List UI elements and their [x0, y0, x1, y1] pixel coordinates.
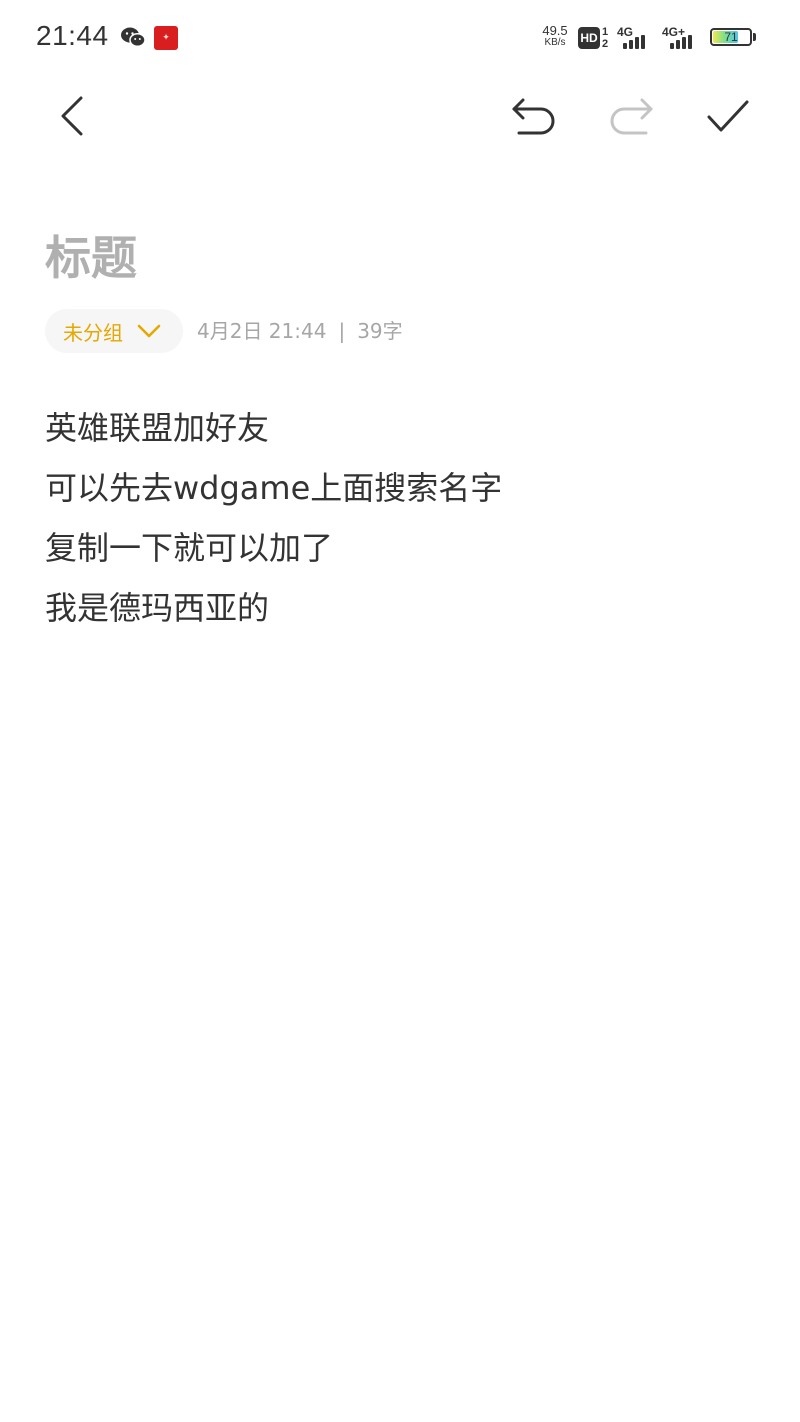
hd-icon: HD 12 — [578, 26, 612, 50]
note-title-input[interactable]: 标题 — [45, 226, 137, 290]
group-selector[interactable]: 未分组 — [45, 309, 183, 353]
redo-button[interactable] — [603, 88, 659, 144]
network-speed-unit: KB/s — [544, 37, 566, 48]
note-line: 英雄联盟加好友 — [45, 409, 270, 447]
undo-button[interactable] — [506, 88, 562, 144]
signal-plus-icon: 4G+ — [662, 25, 702, 51]
note-meta: 4月2日 21:44 | 39字 — [197, 317, 403, 345]
back-button[interactable] — [44, 88, 100, 144]
network-speed-value: 49.5 — [542, 23, 568, 38]
battery-icon: 71 — [710, 28, 756, 48]
status-time: 21:44 — [36, 20, 109, 51]
chevron-down-icon — [137, 324, 161, 338]
meta-separator: | — [338, 319, 346, 343]
group-selector-label: 未分组 — [63, 320, 123, 345]
note-line: 复制一下就可以加了 — [45, 529, 334, 567]
battery-level: 71 — [724, 30, 738, 44]
hd-label: HD — [578, 27, 600, 49]
wechat-icon — [121, 27, 146, 48]
done-button[interactable] — [700, 88, 756, 144]
back-arrow-icon — [61, 96, 83, 136]
note-char-count: 39字 — [357, 319, 403, 343]
network-speed: 49.5 KB/s — [538, 23, 572, 49]
status-bar: 21:44 ✦ 49.5 KB/s HD 12 4G 4G+ 71 — [0, 0, 800, 76]
note-date: 4月2日 21:44 — [197, 319, 327, 343]
app-notification-icon: ✦ — [154, 26, 178, 50]
check-icon — [707, 100, 749, 132]
note-line: 可以先去wdgame上面搜索名字 — [45, 469, 503, 507]
redo-icon — [610, 98, 653, 135]
hd-sub-label: 12 — [602, 26, 609, 50]
note-line: 我是德玛西亚的 — [45, 589, 270, 627]
note-body-editor[interactable]: 英雄联盟加好友 可以先去wdgame上面搜索名字 复制一下就可以加了 我是德玛西… — [45, 398, 755, 638]
signal-icon: 4G — [617, 25, 655, 51]
undo-icon — [512, 98, 555, 135]
